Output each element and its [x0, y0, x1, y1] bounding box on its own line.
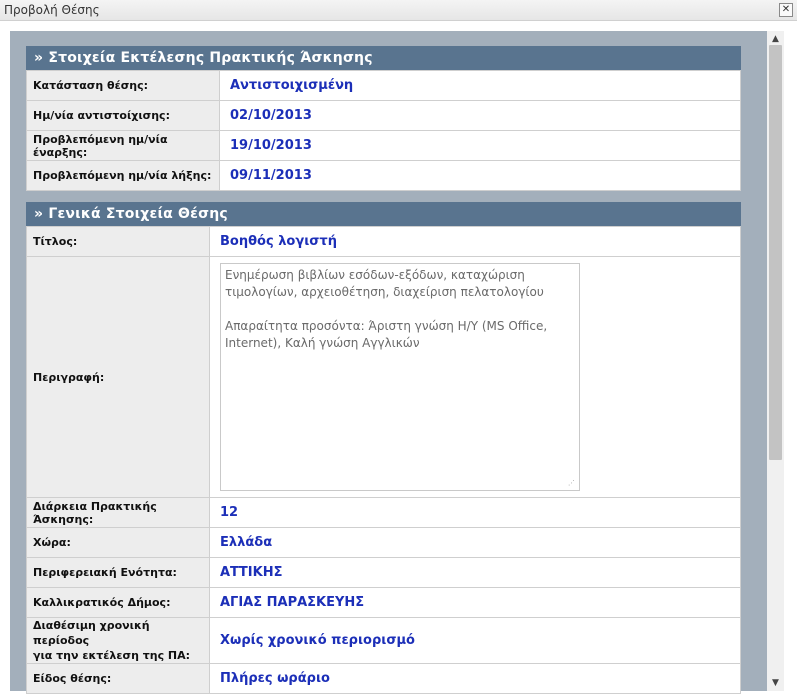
execution-details-table: Κατάσταση θέσης: Αντιστοιχισμένη Ημ/νία … — [26, 70, 741, 191]
description-cell: Ενημέρωση βιβλίων εσόδων-εξόδων, καταχώρ… — [209, 256, 741, 498]
table-row: Διάρκεια Πρακτικής Άσκησης: 12 — [26, 497, 741, 528]
field-value-start-date: 19/10/2013 — [219, 130, 741, 161]
window-title: Προβολή Θέσης — [4, 3, 100, 17]
table-row: Προβλεπόμενη ημ/νία έναρξης: 19/10/2013 — [26, 130, 741, 161]
table-row: Καλλικρατικός Δήμος: ΑΓΙΑΣ ΠΑΡΑΣΚΕΥΗΣ — [26, 587, 741, 618]
field-value-position-type: Πλήρες ωράριο — [209, 663, 741, 694]
window-titlebar: Προβολή Θέσης ✕ — [0, 0, 797, 21]
field-value-region: ΑΤΤΙΚΗΣ — [209, 557, 741, 588]
close-icon[interactable]: ✕ — [779, 3, 793, 17]
field-label: Περιγραφή: — [26, 256, 210, 498]
field-label: Προβλεπόμενη ημ/νία λήξης: — [26, 160, 220, 191]
table-row: Ημ/νία αντιστοίχισης: 02/10/2013 — [26, 100, 741, 131]
table-row: Κατάσταση θέσης: Αντιστοιχισμένη — [26, 70, 741, 101]
table-row: Περιγραφή: Ενημέρωση βιβλίων εσόδων-εξόδ… — [26, 256, 741, 498]
field-label: Είδος θέσης: — [26, 663, 210, 694]
scrollbar-thumb[interactable] — [769, 45, 782, 460]
label-line: Διαθέσιμη χρονική περίοδος — [33, 619, 150, 647]
field-label: Ημ/νία αντιστοίχισης: — [26, 100, 220, 131]
field-label: Καλλικρατικός Δήμος: — [26, 587, 210, 618]
resize-grip-icon[interactable]: ⋰ — [568, 479, 576, 487]
field-label: Περιφερειακή Ενότητα: — [26, 557, 210, 588]
scroll-down-icon[interactable]: ▼ — [767, 675, 784, 691]
field-value-municipality: ΑΓΙΑΣ ΠΑΡΑΣΚΕΥΗΣ — [209, 587, 741, 618]
section-header-general: » Γενικά Στοιχεία Θέσης — [26, 202, 741, 226]
table-row: Τίτλος: Βοηθός λογιστή — [26, 226, 741, 257]
field-label: Διάρκεια Πρακτικής Άσκησης: — [26, 497, 210, 528]
field-value-status: Αντιστοιχισμένη — [219, 70, 741, 101]
table-row: Προβλεπόμενη ημ/νία λήξης: 09/11/2013 — [26, 160, 741, 191]
vertical-scrollbar[interactable]: ▲ ▼ — [767, 31, 784, 691]
field-label: Προβλεπόμενη ημ/νία έναρξης: — [26, 130, 220, 161]
field-value-assignment-date: 02/10/2013 — [219, 100, 741, 131]
field-label: Χώρα: — [26, 527, 210, 558]
table-row: Χώρα: Ελλάδα — [26, 527, 741, 558]
general-details-table: Τίτλος: Βοηθός λογιστή Περιγραφή: Ενημέρ… — [26, 226, 741, 694]
description-textarea[interactable]: Ενημέρωση βιβλίων εσόδων-εξόδων, καταχώρ… — [220, 263, 580, 491]
field-label: Κατάσταση θέσης: — [26, 70, 220, 101]
table-row: Διαθέσιμη χρονική περίοδος για την εκτέλ… — [26, 617, 741, 664]
label-line: για την εκτέλεση της ΠΑ: — [33, 649, 191, 662]
field-value-duration: 12 — [209, 497, 741, 528]
field-label: Διαθέσιμη χρονική περίοδος για την εκτέλ… — [26, 617, 210, 664]
field-value-title: Βοηθός λογιστή — [209, 226, 741, 257]
field-label: Τίτλος: — [26, 226, 210, 257]
table-row: Είδος θέσης: Πλήρες ωράριο — [26, 663, 741, 694]
field-value-end-date: 09/11/2013 — [219, 160, 741, 191]
section-header-execution: » Στοιχεία Εκτέλεσης Πρακτικής Άσκησης — [26, 46, 741, 70]
execution-details-section: » Στοιχεία Εκτέλεσης Πρακτικής Άσκησης Κ… — [26, 46, 741, 191]
field-value-period: Χωρίς χρονικό περιορισμό — [209, 617, 741, 664]
table-row: Περιφερειακή Ενότητα: ΑΤΤΙΚΗΣ — [26, 557, 741, 588]
description-text: Ενημέρωση βιβλίων εσόδων-εξόδων, καταχώρ… — [225, 268, 544, 299]
general-details-section: » Γενικά Στοιχεία Θέσης Τίτλος: Βοηθός λ… — [26, 202, 741, 694]
description-requirements: Απαραίτητα προσόντα: Άριστη γνώση Η/Υ (M… — [225, 319, 548, 350]
field-value-country: Ελλάδα — [209, 527, 741, 558]
